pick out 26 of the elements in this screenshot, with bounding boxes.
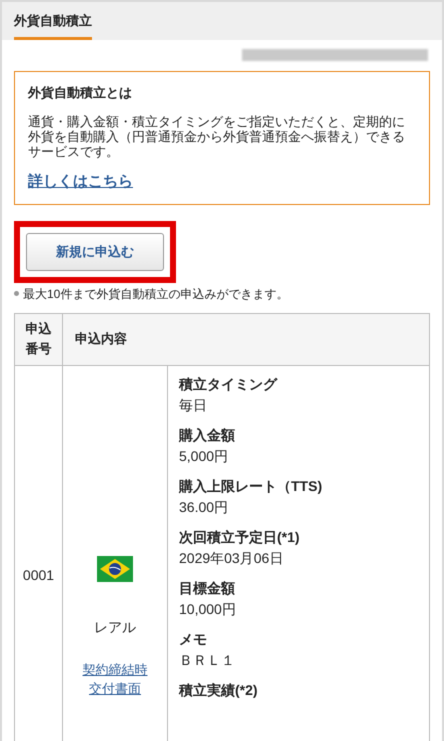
currency-name: レアル xyxy=(94,618,136,636)
detail-value: ＢＲＬ１ xyxy=(179,650,236,670)
table-cell: 0001 xyxy=(15,366,63,741)
detail-value: 毎日 xyxy=(179,396,208,414)
page-title: 外貨自動積立 xyxy=(14,12,92,40)
detail-value: 5,000円 xyxy=(179,446,230,466)
detail-value: 2029年03月06日 xyxy=(179,548,284,568)
apply-button[interactable]: 新規に申込む xyxy=(26,232,164,270)
info-title: 外貨自動積立とは xyxy=(28,84,133,102)
document-link[interactable]: 契約締結時交付書面 xyxy=(82,660,148,698)
detail-label: メモ xyxy=(179,630,208,648)
note-text: 最大10件まで外貨自動積立の申込みができます。 xyxy=(23,286,288,302)
details-link[interactable]: 詳しくはこちら xyxy=(28,170,133,193)
detail-label: 目標金額 xyxy=(179,578,236,598)
detail-label: 購入上限レート（TTS) xyxy=(179,476,324,496)
detail-label: 積立タイミング xyxy=(179,374,278,394)
bullet-icon xyxy=(14,291,19,296)
column-header: 申込番号 xyxy=(26,320,52,358)
brazil-flag-icon xyxy=(97,556,133,582)
info-text: 通貨・購入金額・積立タイミングをご指定いただくと、定期的に外貨を自動購入（円普通預金から外貨普通預金へ振替え）できるサービスです。 xyxy=(28,114,406,158)
detail-value: 10,000円 xyxy=(179,600,237,618)
detail-label: 積立実績(*2) xyxy=(179,680,259,700)
detail-value: 36.00円 xyxy=(179,498,230,516)
column-header: 申込内容 xyxy=(74,330,128,348)
detail-label: 購入金額 xyxy=(179,426,236,444)
detail-label: 次回積立予定日(*1) xyxy=(179,528,301,547)
